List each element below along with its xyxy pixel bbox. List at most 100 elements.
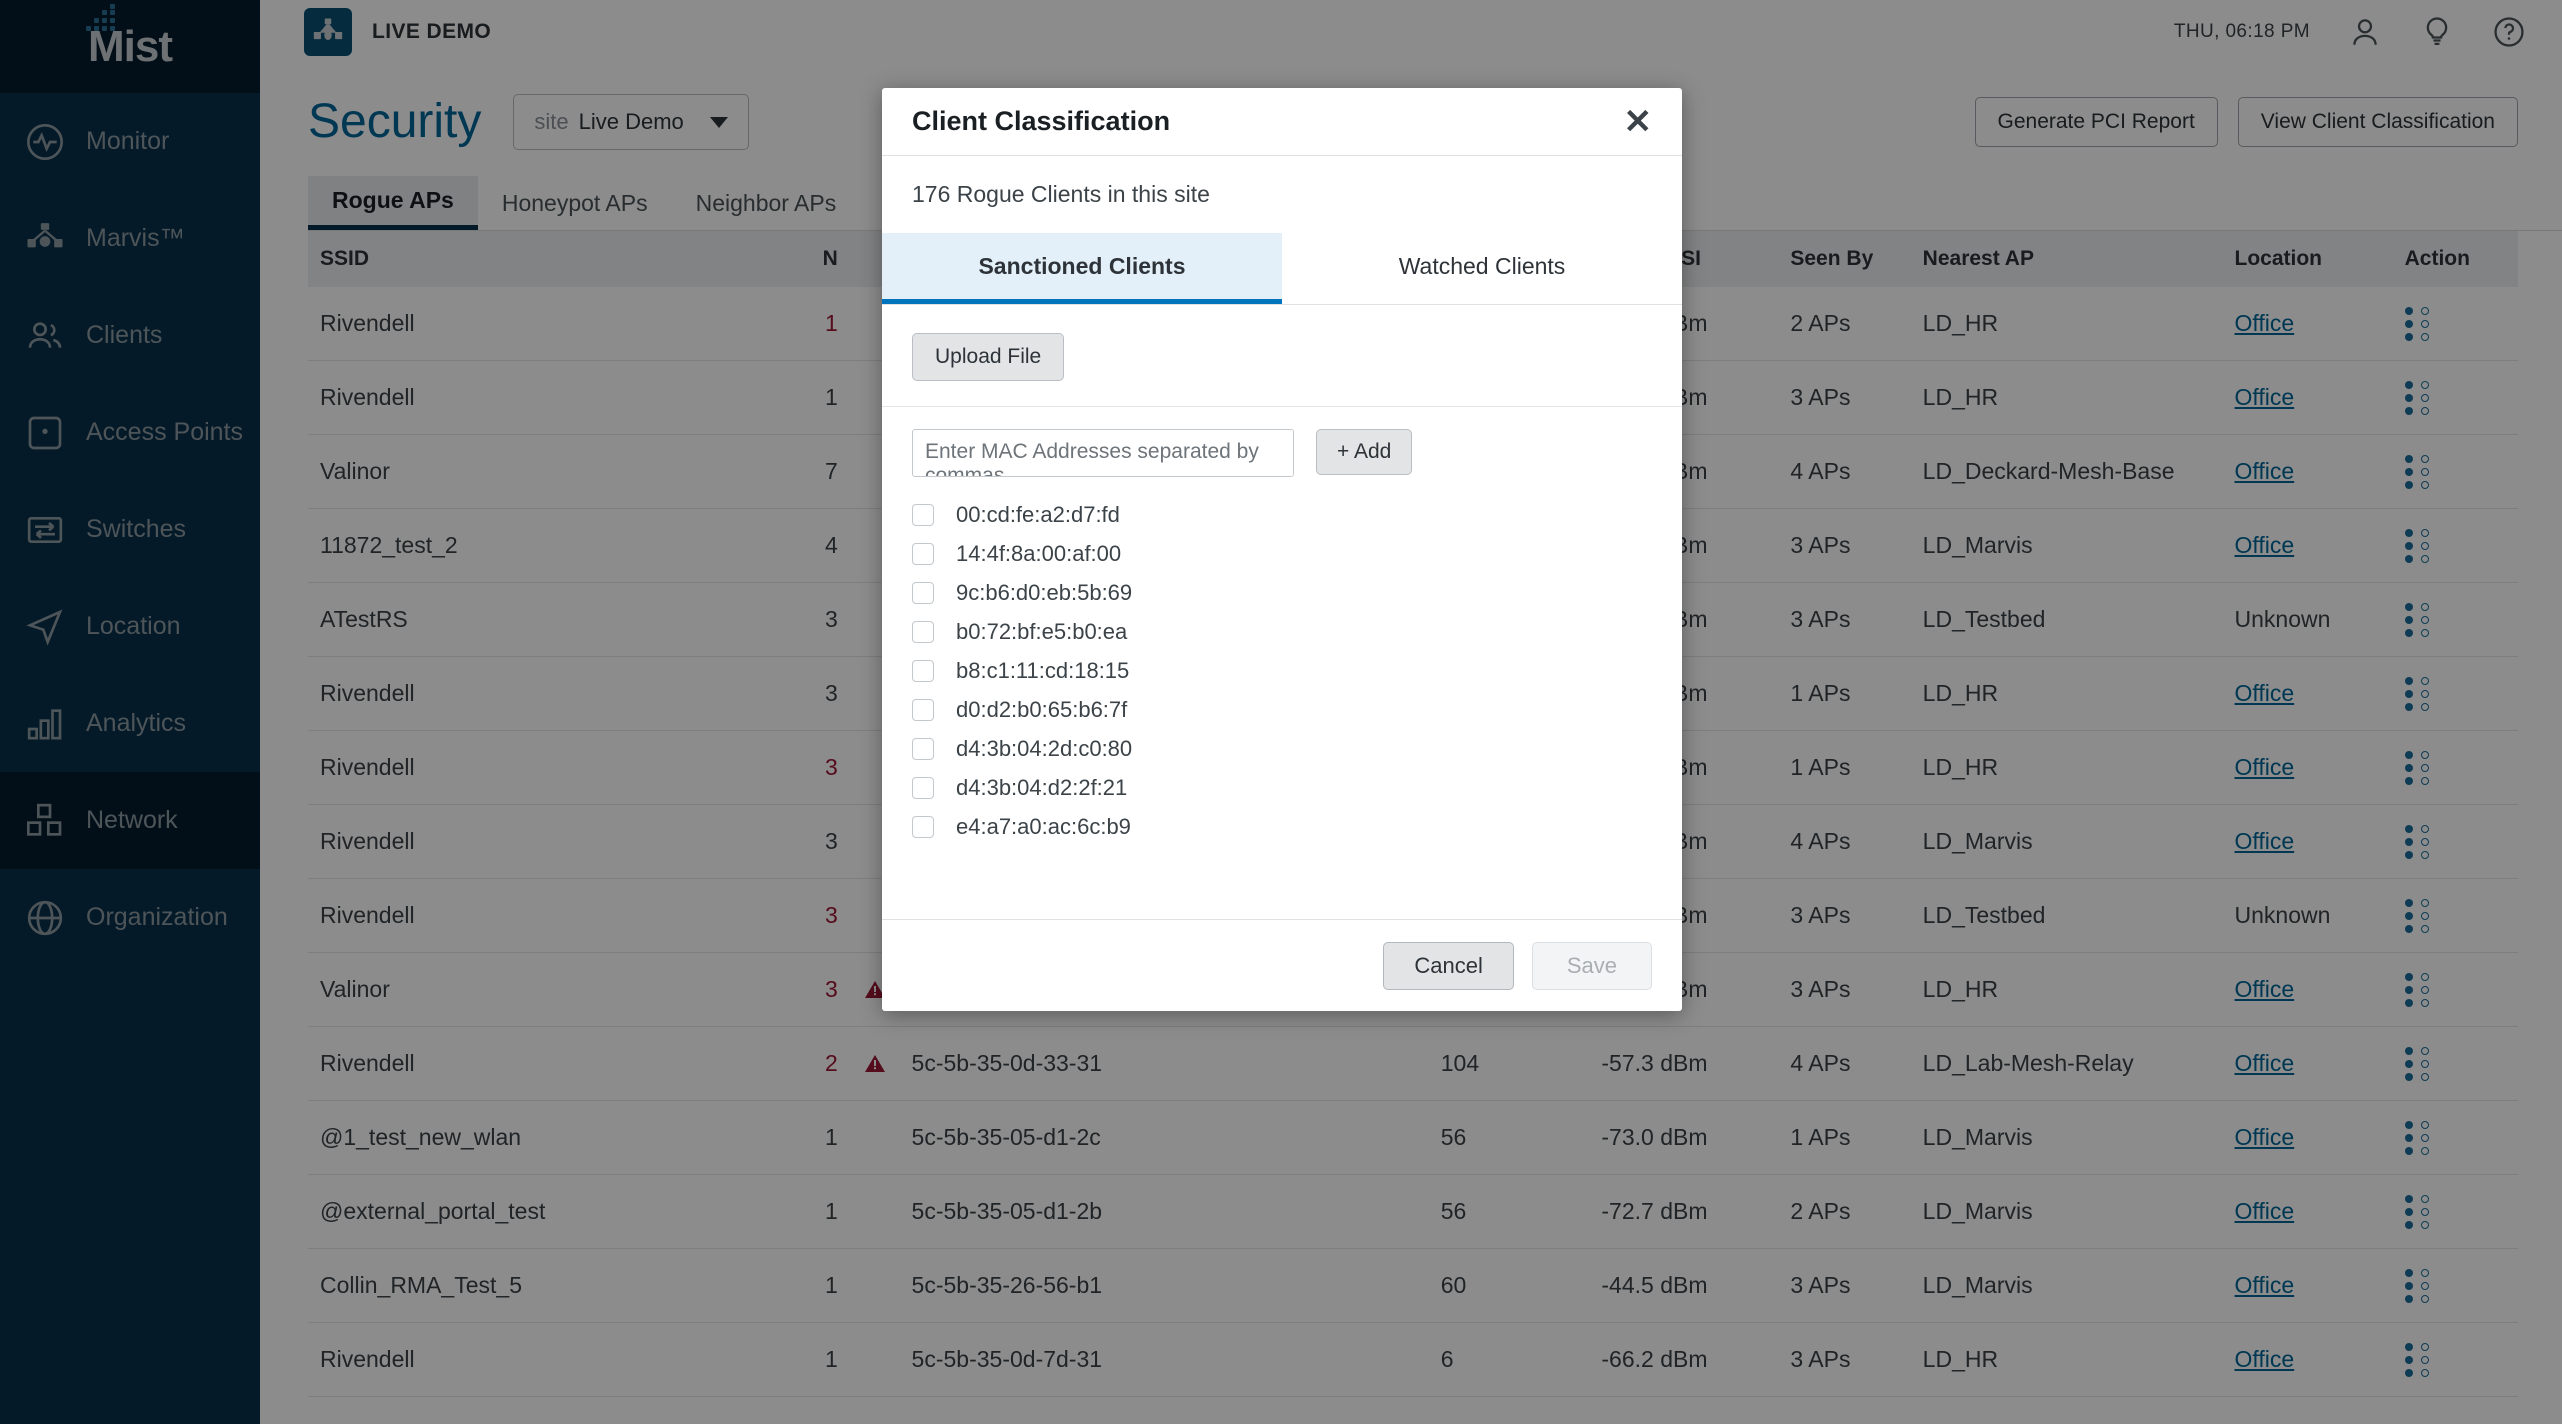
table-row[interactable]: Rivendell25c-5b-35-0d-33-31104-57.3 dBm4…: [308, 1027, 2518, 1101]
location-link[interactable]: Office: [2235, 532, 2295, 558]
column-header-ssid[interactable]: SSID: [308, 247, 762, 271]
location-link[interactable]: Office: [2235, 1050, 2295, 1076]
mist-logo[interactable]: Mist: [0, 0, 260, 93]
modal-tabs: Sanctioned Clients Watched Clients: [882, 233, 1682, 305]
cell-avg-rssi: -72.7 dBm: [1601, 1198, 1790, 1225]
sidebar-item-marvis[interactable]: Marvis™: [0, 190, 260, 287]
row-actions-icon[interactable]: [2405, 899, 2432, 933]
list-item[interactable]: b8:c1:11:cd:18:15: [912, 651, 1652, 690]
cell-nearest-ap: LD_Deckard-Mesh-Base: [1923, 458, 2235, 485]
checkbox[interactable]: [912, 621, 934, 643]
cell-ssid: Rivendell: [308, 754, 762, 781]
table-row[interactable]: @external_portal_test15c-5b-35-05-d1-2b5…: [308, 1175, 2518, 1249]
row-actions-icon[interactable]: [2405, 677, 2432, 711]
list-item[interactable]: 9c:b6:d0:eb:5b:69: [912, 573, 1652, 612]
checkbox[interactable]: [912, 777, 934, 799]
cell-channel: 56: [1441, 1124, 1602, 1151]
cell-location: Office: [2235, 680, 2405, 707]
location-link[interactable]: Office: [2235, 754, 2295, 780]
row-actions-icon[interactable]: [2405, 825, 2432, 859]
checkbox[interactable]: [912, 738, 934, 760]
row-actions-icon[interactable]: [2405, 751, 2432, 785]
user-icon[interactable]: [2348, 15, 2382, 49]
location-value: Unknown: [2235, 902, 2331, 928]
tab-sanctioned-clients[interactable]: Sanctioned Clients: [882, 233, 1282, 304]
close-icon[interactable]: ✕: [1624, 105, 1653, 139]
location-link[interactable]: Office: [2235, 1124, 2295, 1150]
location-link[interactable]: Office: [2235, 458, 2295, 484]
mac-address-input[interactable]: [912, 429, 1294, 477]
list-item[interactable]: b0:72:bf:e5:b0:ea: [912, 612, 1652, 651]
location-link[interactable]: Office: [2235, 976, 2295, 1002]
column-header-nearest-ap[interactable]: Nearest AP: [1923, 247, 2235, 271]
table-row[interactable]: Collin_RMA_Test_515c-5b-35-26-56-b160-44…: [308, 1249, 2518, 1323]
checkbox[interactable]: [912, 816, 934, 838]
list-item[interactable]: 00:cd:fe:a2:d7:fd: [912, 495, 1652, 534]
cell-nearest-ap: LD_Testbed: [1923, 902, 2235, 929]
list-item[interactable]: d4:3b:04:2d:c0:80: [912, 729, 1652, 768]
checkbox[interactable]: [912, 504, 934, 526]
cell-action: [2405, 1269, 2518, 1303]
location-link[interactable]: Office: [2235, 1346, 2295, 1372]
sidebar-item-clients[interactable]: Clients: [0, 287, 260, 384]
sidebar-item-label: Location: [86, 612, 181, 641]
checkbox[interactable]: [912, 660, 934, 682]
checkbox[interactable]: [912, 582, 934, 604]
list-item[interactable]: e4:a7:a0:ac:6c:b9: [912, 807, 1652, 846]
tab-rogue-aps[interactable]: Rogue APs: [308, 176, 478, 230]
sidebar-item-location[interactable]: Location: [0, 578, 260, 675]
location-link[interactable]: Office: [2235, 1198, 2295, 1224]
list-item[interactable]: 14:4f:8a:00:af:00: [912, 534, 1652, 573]
sidebar: Mist Monitor: [0, 0, 260, 1424]
row-actions-icon[interactable]: [2405, 973, 2432, 1007]
row-actions-icon[interactable]: [2405, 381, 2432, 415]
checkbox[interactable]: [912, 699, 934, 721]
tab-honeypot-aps[interactable]: Honeypot APs: [478, 176, 672, 230]
sidebar-item-organization[interactable]: Organization: [0, 869, 260, 966]
generate-pci-report-button[interactable]: Generate PCI Report: [1975, 97, 2218, 147]
site-selector[interactable]: site Live Demo: [513, 94, 748, 150]
cell-ssid: Rivendell: [308, 1050, 762, 1077]
tab-neighbor-aps[interactable]: Neighbor APs: [672, 176, 861, 230]
location-link[interactable]: Office: [2235, 680, 2295, 706]
add-mac-button[interactable]: + Add: [1316, 429, 1412, 475]
cell-nearest-ap: LD_Marvis: [1923, 1198, 2235, 1225]
cell-count: 7: [762, 458, 838, 485]
row-actions-icon[interactable]: [2405, 1047, 2432, 1081]
sidebar-item-analytics[interactable]: Analytics: [0, 675, 260, 772]
row-actions-icon[interactable]: [2405, 1343, 2432, 1377]
client-classification-modal: Client Classification ✕ 176 Rogue Client…: [882, 88, 1682, 1011]
sidebar-item-network[interactable]: Network: [0, 772, 260, 869]
table-row[interactable]: @1_test_new_wlan15c-5b-35-05-d1-2c56-73.…: [308, 1101, 2518, 1175]
list-item[interactable]: d4:3b:04:d2:2f:21: [912, 768, 1652, 807]
column-header-n[interactable]: N: [762, 247, 838, 271]
upload-file-button[interactable]: Upload File: [912, 333, 1064, 381]
column-header-seen-by[interactable]: Seen By: [1790, 247, 1922, 271]
analytics-icon: [22, 701, 68, 747]
sidebar-item-monitor[interactable]: Monitor: [0, 93, 260, 190]
column-header-location[interactable]: Location: [2235, 247, 2405, 271]
row-actions-icon[interactable]: [2405, 455, 2432, 489]
checkbox[interactable]: [912, 543, 934, 565]
tab-watched-clients[interactable]: Watched Clients: [1282, 233, 1682, 304]
view-client-classification-button[interactable]: View Client Classification: [2238, 97, 2518, 147]
row-actions-icon[interactable]: [2405, 1195, 2432, 1229]
list-item[interactable]: d0:d2:b0:65:b6:7f: [912, 690, 1652, 729]
location-link[interactable]: Office: [2235, 828, 2295, 854]
sidebar-item-access-points[interactable]: Access Points: [0, 384, 260, 481]
location-link[interactable]: Office: [2235, 310, 2295, 336]
location-link[interactable]: Office: [2235, 1272, 2295, 1298]
lightbulb-icon[interactable]: [2420, 15, 2454, 49]
cell-nearest-ap: LD_Testbed: [1923, 606, 2235, 633]
sidebar-item-switches[interactable]: Switches: [0, 481, 260, 578]
table-row[interactable]: Rivendell15c-5b-35-0d-7d-316-66.2 dBm3 A…: [308, 1323, 2518, 1397]
row-actions-icon[interactable]: [2405, 529, 2432, 563]
row-actions-icon[interactable]: [2405, 307, 2432, 341]
location-link[interactable]: Office: [2235, 384, 2295, 410]
row-actions-icon[interactable]: [2405, 603, 2432, 637]
cancel-button[interactable]: Cancel: [1383, 942, 1513, 990]
help-icon[interactable]: [2492, 15, 2526, 49]
row-actions-icon[interactable]: [2405, 1121, 2432, 1155]
row-actions-icon[interactable]: [2405, 1269, 2432, 1303]
cell-action: [2405, 751, 2518, 785]
